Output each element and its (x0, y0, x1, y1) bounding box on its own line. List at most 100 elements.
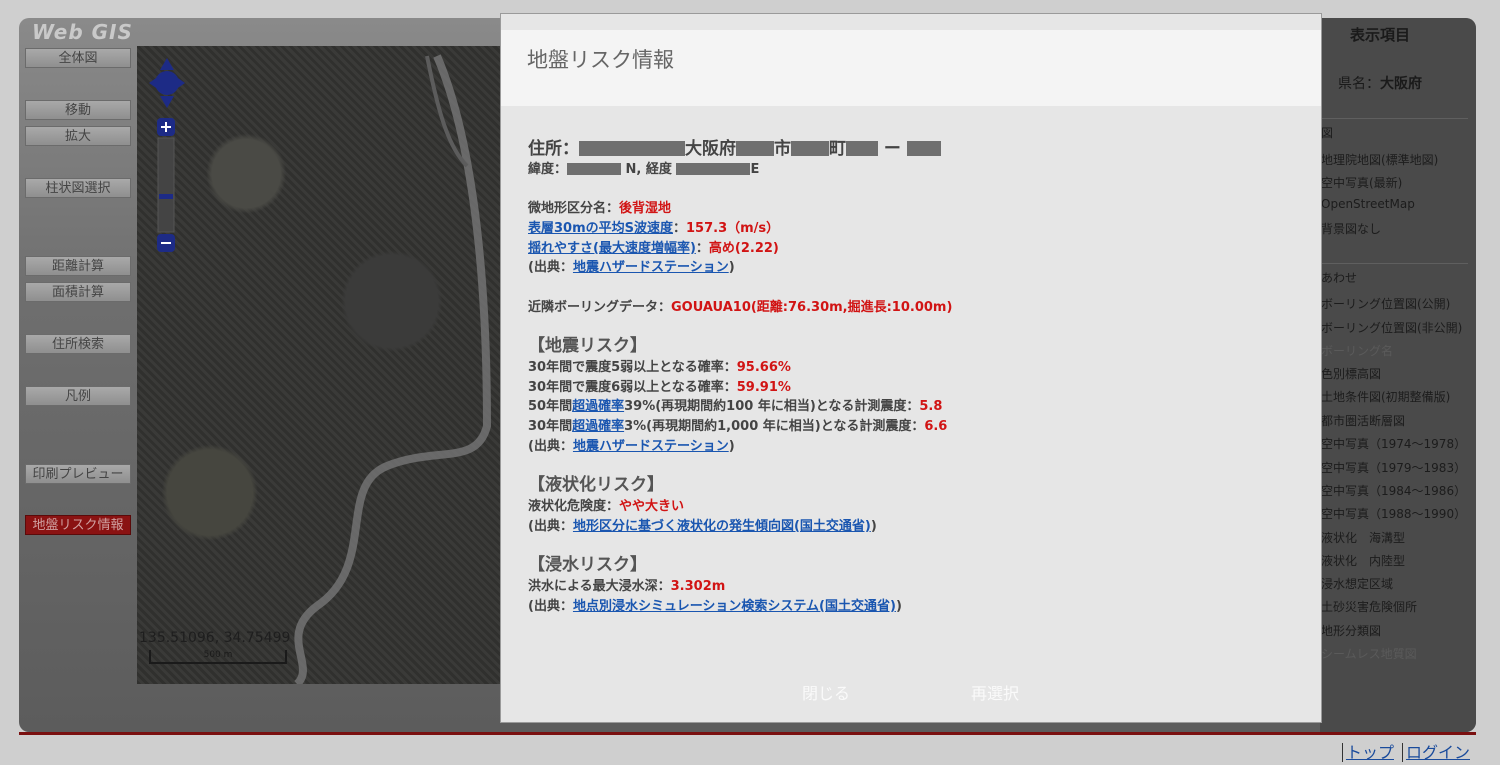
i30-line: 30年間超過確率3%(再現期間約1,000 年に相当)となる計測震度：6.6 (528, 415, 947, 434)
source-close: ) (895, 599, 902, 614)
tool-area-button[interactable]: 面積計算 (25, 282, 131, 302)
base-map-option[interactable]: 地理院地図(標準地図) (1321, 151, 1438, 168)
overlay-option[interactable]: ボーリング位置図(非公開) (1321, 319, 1462, 336)
map-scale-label: 500 m (203, 650, 233, 660)
address-dash: ー (883, 139, 901, 159)
overlay-option[interactable]: 地形分類図 (1321, 622, 1381, 639)
overlay-group-label: あわせ (1321, 271, 1358, 285)
address-town: 町 (829, 139, 846, 159)
exceedance-link[interactable]: 超過確率 (572, 419, 624, 434)
landform-line: 微地形区分名：後背湿地 (528, 197, 671, 216)
latlon-label: 緯度： (528, 162, 568, 177)
source-open: (出典： (528, 519, 573, 534)
base-map-option[interactable]: OpenStreetMap (1321, 197, 1415, 211)
i50-line: 50年間超過確率39%(再現期間約100 年に相当)となる計測震度：5.8 (528, 395, 942, 414)
map-scale-bar: 500 m (149, 650, 287, 664)
source-link[interactable]: 地点別浸水シミュレーション検索システム(国土交通省) (573, 599, 896, 614)
zoom-slider[interactable] (157, 118, 175, 254)
vs30-link[interactable]: 表層30mの平均S波速度 (528, 221, 673, 236)
p6-label: 30年間で震度6弱以上となる確率： (528, 380, 737, 395)
redacted-block (906, 141, 941, 156)
tool-column-select-button[interactable]: 柱状図選択 (25, 178, 131, 198)
overlay-option[interactable]: 土砂災害危険個所 (1321, 598, 1417, 615)
overlay-option[interactable]: 空中写真（1984～1986） (1321, 482, 1466, 499)
p6-line: 30年間で震度6弱以上となる確率：59.91% (528, 376, 791, 395)
tool-move-button[interactable]: 移動 (25, 100, 131, 120)
overlay-option[interactable]: 空中写真（1979～1983） (1321, 459, 1466, 476)
boring-line: 近隣ボーリングデータ：GOUAUA10(距離:76.30m,掘進長:10.00m… (528, 296, 952, 315)
tool-address-search-button[interactable]: 住所検索 (25, 334, 131, 354)
base-map-option[interactable]: 背景図なし (1321, 220, 1381, 237)
overlay-option[interactable]: 土地条件図(初期整備版) (1321, 388, 1450, 405)
prefecture-value: 大阪府 (1380, 76, 1422, 92)
overlay-option[interactable]: 液状化 海溝型 (1321, 529, 1405, 546)
flood-line: 洪水による最大浸水深：3.302m (528, 575, 725, 594)
tool-zoom-button[interactable]: 拡大 (25, 126, 131, 146)
source-open: (出典： (528, 599, 573, 614)
overlay-option[interactable]: 液状化 内陸型 (1321, 552, 1405, 569)
overlay-option[interactable]: シームレス地質図 (1321, 645, 1417, 662)
app-logo: Web GIS (32, 20, 133, 44)
tool-ground-risk-button[interactable]: 地盤リスク情報 (25, 515, 131, 535)
i30-value: 6.6 (924, 419, 948, 434)
p5-line: 30年間で震度5弱以上となる確率：95.66% (528, 356, 791, 375)
flood-label: 洪水による最大浸水深： (528, 579, 671, 594)
map-river-overlay (293, 54, 492, 684)
source-link[interactable]: 地震ハザードステーション (573, 260, 729, 275)
map-coordinates: 135.51096, 34.75499 (139, 630, 291, 646)
tool-legend-button[interactable]: 凡例 (25, 386, 131, 406)
source-link[interactable]: 地震ハザードステーション (573, 439, 729, 454)
prefecture-label: 県名： (1338, 76, 1380, 92)
login-link[interactable]: ログイン (1401, 743, 1470, 762)
prefecture-display: 県名：大阪府 (1338, 73, 1422, 93)
address-line: 住所： 大阪府 市 町 ー (528, 134, 941, 159)
shake-value: 高め(2.22) (708, 241, 779, 256)
redacted-block (676, 163, 751, 175)
ground-risk-dialog: 地盤リスク情報 住所： 大阪府 市 町 ー 緯度： N, 経度 E 微地形区分名：後背… (500, 13, 1322, 723)
overlay-option[interactable]: 浸水想定区域 (1321, 575, 1393, 592)
pan-control-icon[interactable] (147, 56, 187, 112)
base-map-option[interactable]: 空中写真(最新) (1321, 174, 1402, 191)
landform-value: 後背湿地 (619, 201, 672, 216)
base-map-group-label: 図 (1321, 126, 1334, 140)
overlay-option[interactable]: ボーリング位置図(公開) (1321, 295, 1450, 312)
exceedance-link[interactable]: 超過確率 (572, 399, 624, 414)
tool-print-preview-button[interactable]: 印刷プレビュー (25, 464, 131, 484)
boring-label: 近隣ボーリングデータ： (528, 300, 672, 315)
quake-heading: 【地震リスク】 (528, 336, 647, 356)
tool-overview-button[interactable]: 全体図 (25, 48, 131, 68)
i50-pre: 50年間 (528, 399, 573, 414)
address-prefecture: 大阪府 (685, 139, 736, 159)
overlay-option[interactable]: ボーリング名 (1321, 342, 1393, 359)
lon-suffix: E (750, 162, 760, 177)
lat-suffix: N, 経度 (625, 162, 672, 177)
footer-links: トップ ログイン (1334, 739, 1470, 763)
flood-value: 3.302m (670, 579, 726, 594)
liquefaction-value: やや大きい (619, 499, 685, 514)
address-city: 市 (774, 139, 791, 159)
close-button[interactable]: 閉じる (802, 680, 850, 704)
vs30-line: 表層30mの平均S波速度：157.3（m/s） (528, 221, 780, 236)
overlay-option[interactable]: 色別標高図 (1321, 365, 1381, 382)
top-link[interactable]: トップ (1341, 743, 1394, 762)
source-line: (出典：地点別浸水シミュレーション検索システム(国土交通省)) (528, 595, 902, 614)
tool-distance-button[interactable]: 距離計算 (25, 256, 131, 276)
liquefaction-line: 液状化危険度：やや大きい (528, 495, 684, 514)
reselect-button[interactable]: 再選択 (971, 680, 1019, 704)
source-open: (出典： (528, 260, 573, 275)
divider (1322, 118, 1468, 119)
layer-panel-title: 表示項目 (1349, 26, 1410, 44)
redacted-block (736, 141, 774, 156)
overlay-option[interactable]: 都市圏活断層図 (1321, 412, 1405, 429)
shake-link[interactable]: 揺れやすさ(最大速度増幅率) (528, 241, 696, 256)
landform-label: 微地形区分名： (528, 201, 620, 216)
p5-value: 95.66% (736, 360, 791, 375)
address-label: 住所： (528, 139, 579, 159)
overlay-option[interactable]: 空中写真（1988～1990） (1321, 505, 1466, 522)
source-line: (出典：地震ハザードステーション) (528, 435, 735, 454)
flood-heading: 【浸水リスク】 (528, 555, 647, 575)
overlay-option[interactable]: 空中写真（1974～1978） (1321, 435, 1466, 452)
redacted-block (846, 141, 878, 156)
source-link[interactable]: 地形区分に基づく液状化の発生傾向図(国土交通省) (573, 519, 871, 534)
shake-line: 揺れやすさ(最大速度増幅率)：高め(2.22) (528, 241, 779, 256)
